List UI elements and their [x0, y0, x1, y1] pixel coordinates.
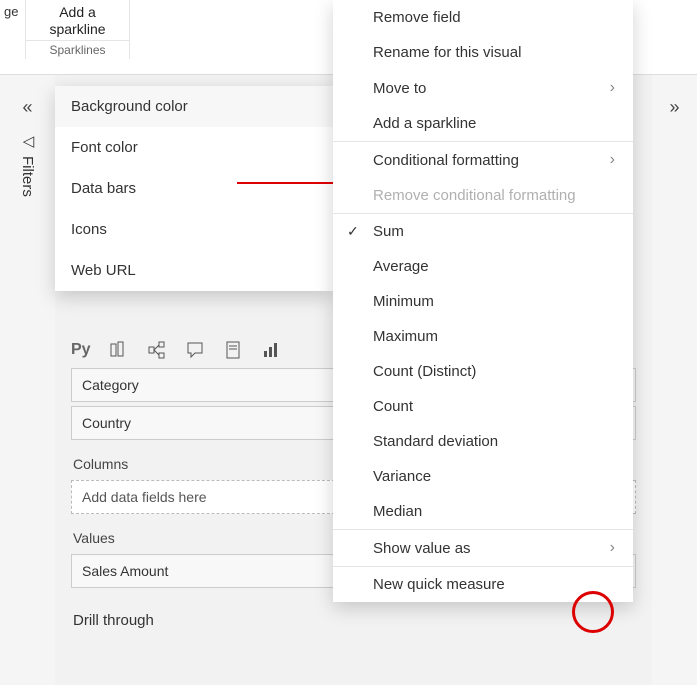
ctx-agg-count[interactable]: Count [333, 389, 633, 424]
field-context-menu: Remove field Rename for this visual Move… [333, 0, 633, 602]
qa-visual-icon[interactable] [185, 340, 205, 360]
paginated-report-icon[interactable] [223, 340, 243, 360]
filters-label: Filters [19, 156, 36, 197]
submenu-background-color[interactable]: Background color [55, 86, 333, 127]
drill-through-label: Drill through [73, 612, 634, 629]
ctx-agg-maximum[interactable]: Maximum [333, 319, 633, 354]
ribbon-fragment: ge [0, 0, 25, 19]
ctx-agg-stddev[interactable]: Standard deviation [333, 424, 633, 459]
sparkline-ribbon-group: Add a sparkline Sparklines [25, 0, 130, 59]
sparkline-group-caption: Sparklines [26, 40, 129, 59]
field-label: Country [82, 415, 131, 431]
expand-right-icon[interactable]: » [669, 97, 679, 118]
ctx-agg-average[interactable]: Average [333, 249, 633, 284]
ctx-agg-sum[interactable]: Sum [333, 213, 633, 249]
filter-icon: ◁ [19, 132, 37, 150]
filters-pane-tab[interactable]: ◁ Filters [19, 132, 37, 197]
python-visual-icon[interactable]: Py [71, 341, 91, 359]
field-label: Category [82, 377, 139, 393]
field-label: Sales Amount [82, 563, 168, 579]
ctx-agg-variance[interactable]: Variance [333, 459, 633, 494]
dropzone-placeholder: Add data fields here [82, 489, 207, 505]
add-sparkline-button[interactable]: Add a sparkline [26, 2, 129, 40]
ctx-remove-conditional-formatting: Remove conditional formatting [333, 178, 633, 213]
submenu-icons[interactable]: Icons [55, 209, 333, 250]
ctx-rename[interactable]: Rename for this visual [333, 35, 633, 70]
conditional-formatting-submenu: Background color Font color Data bars Ic… [55, 86, 333, 291]
ctx-add-sparkline[interactable]: Add a sparkline [333, 106, 633, 141]
chevron-right-icon: › [610, 79, 615, 97]
collapse-left-icon[interactable]: « [22, 97, 32, 118]
chevron-right-icon: › [610, 151, 615, 169]
ctx-show-value-as[interactable]: Show value as› [333, 529, 633, 566]
ctx-agg-median[interactable]: Median [333, 494, 633, 529]
ctx-agg-minimum[interactable]: Minimum [333, 284, 633, 319]
left-rail: « ◁ Filters [0, 75, 55, 685]
ctx-conditional-formatting[interactable]: Conditional formatting› [333, 141, 633, 178]
decomposition-tree-icon[interactable] [147, 340, 167, 360]
submenu-web-url[interactable]: Web URL [55, 250, 333, 291]
powerapps-visual-icon[interactable] [261, 340, 281, 360]
ctx-move-to[interactable]: Move to› [333, 70, 633, 106]
ctx-new-quick-measure[interactable]: New quick measure [333, 566, 633, 602]
key-influencers-icon[interactable] [109, 340, 129, 360]
ctx-remove-field[interactable]: Remove field [333, 0, 633, 35]
ctx-agg-count-distinct[interactable]: Count (Distinct) [333, 354, 633, 389]
submenu-data-bars[interactable]: Data bars [55, 168, 333, 209]
submenu-font-color[interactable]: Font color [55, 127, 333, 168]
right-rail: » [652, 75, 697, 685]
chevron-right-icon: › [610, 539, 615, 557]
